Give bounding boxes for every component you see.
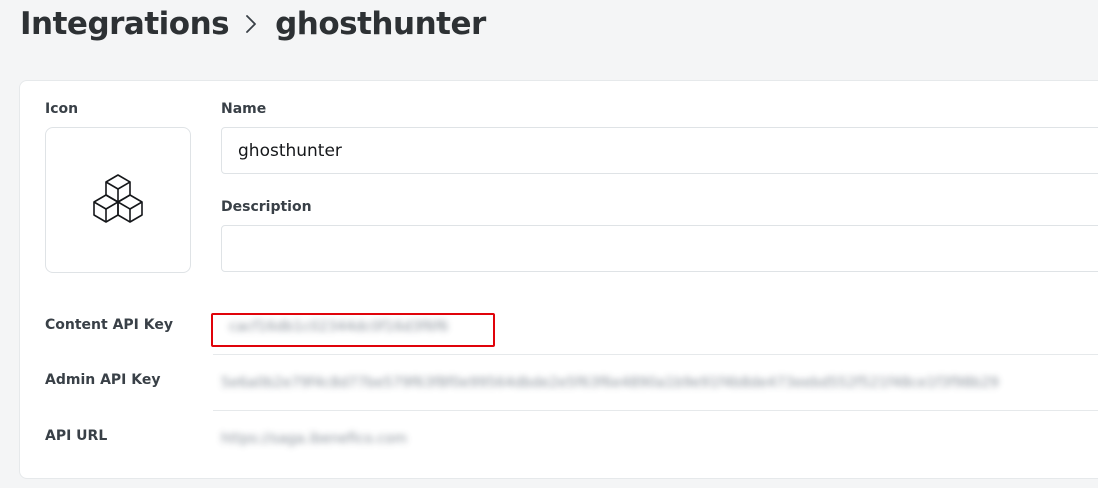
api-url-label: API URL [45,428,108,444]
cubes-icon [93,174,143,223]
icon-label: Icon [45,101,79,117]
name-label: Name [221,101,267,117]
api-url-row: https://saga.ibenefico.com [213,411,1098,467]
content-api-key-label: Content API Key [45,317,173,333]
breadcrumb-current: ghosthunter [275,6,486,42]
breadcrumb: Integrations ghosthunter [20,2,486,46]
description-input[interactable] [221,225,1098,272]
name-input[interactable]: ghosthunter [221,127,1098,174]
breadcrumb-parent-link[interactable]: Integrations [20,6,230,42]
admin-api-key-label: Admin API Key [45,372,161,388]
api-url-value[interactable]: https://saga.ibenefico.com [213,425,415,453]
integration-card: Icon Name ghosthunter Description Conten… [19,80,1098,479]
chevron-right-icon [239,12,263,36]
admin-api-key-value[interactable]: 5e6a0b2e79f4c8d77be579f63f8f0e99564dbde2… [213,369,1007,397]
icon-upload-box[interactable] [45,127,191,273]
description-label: Description [221,199,312,215]
highlight-box [211,313,495,347]
admin-api-key-row: 5e6a0b2e79f4c8d77be579f63f8f0e99564dbde2… [213,355,1098,411]
